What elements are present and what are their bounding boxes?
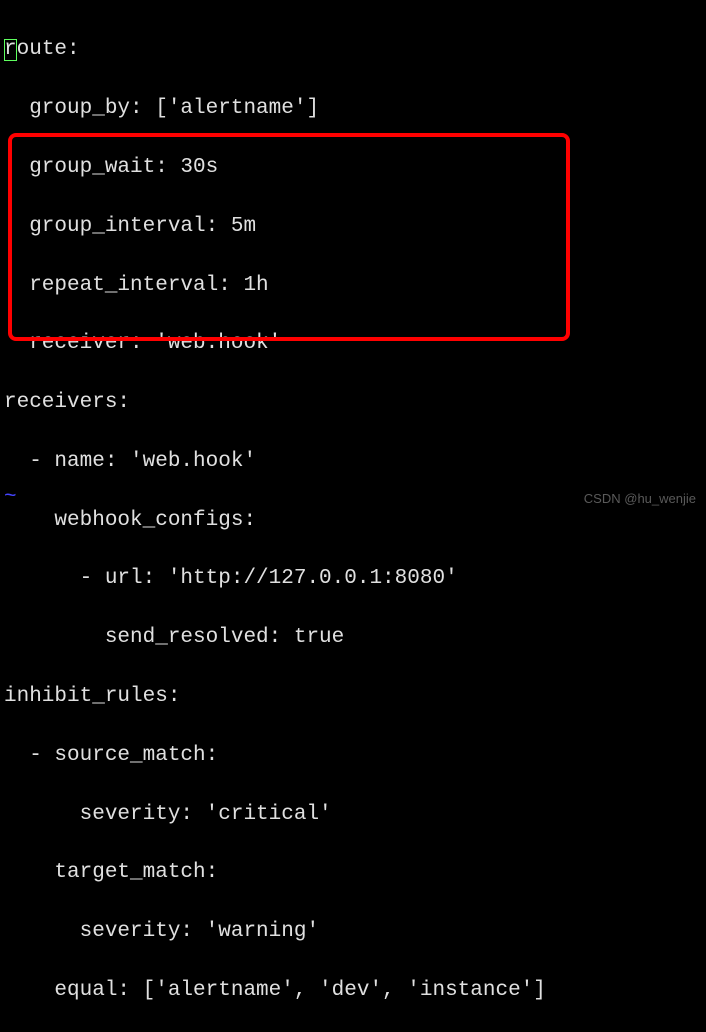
code-line: send_resolved: true: [4, 623, 702, 652]
code-line: - source_match:: [4, 741, 702, 770]
code-line: repeat_interval: 1h: [4, 271, 702, 300]
code-line: group_by: ['alertname']: [4, 94, 702, 123]
terminal-code-block: route: group_by: ['alertname'] group_wai…: [4, 6, 702, 1032]
code-line: group_interval: 5m: [4, 212, 702, 241]
watermark-text: CSDN @hu_wenjie: [584, 490, 696, 508]
code-line: severity: 'critical': [4, 800, 702, 829]
cursor-indicator: [4, 39, 17, 61]
vim-tilde-indicator: ~: [4, 483, 17, 512]
code-line: inhibit_rules:: [4, 682, 702, 711]
code-line: group_wait: 30s: [4, 153, 702, 182]
code-text: oute:: [17, 38, 80, 61]
code-line: severity: 'warning': [4, 917, 702, 946]
code-line: - url: 'http://127.0.0.1:8080': [4, 564, 702, 593]
code-line: equal: ['alertname', 'dev', 'instance']: [4, 976, 702, 1005]
code-line: target_match:: [4, 858, 702, 887]
code-line: - name: 'web.hook': [4, 447, 702, 476]
code-line: receivers:: [4, 388, 702, 417]
code-line: route:: [4, 35, 702, 64]
code-line: receiver: 'web.hook': [4, 329, 702, 358]
code-line: webhook_configs:: [4, 506, 702, 535]
